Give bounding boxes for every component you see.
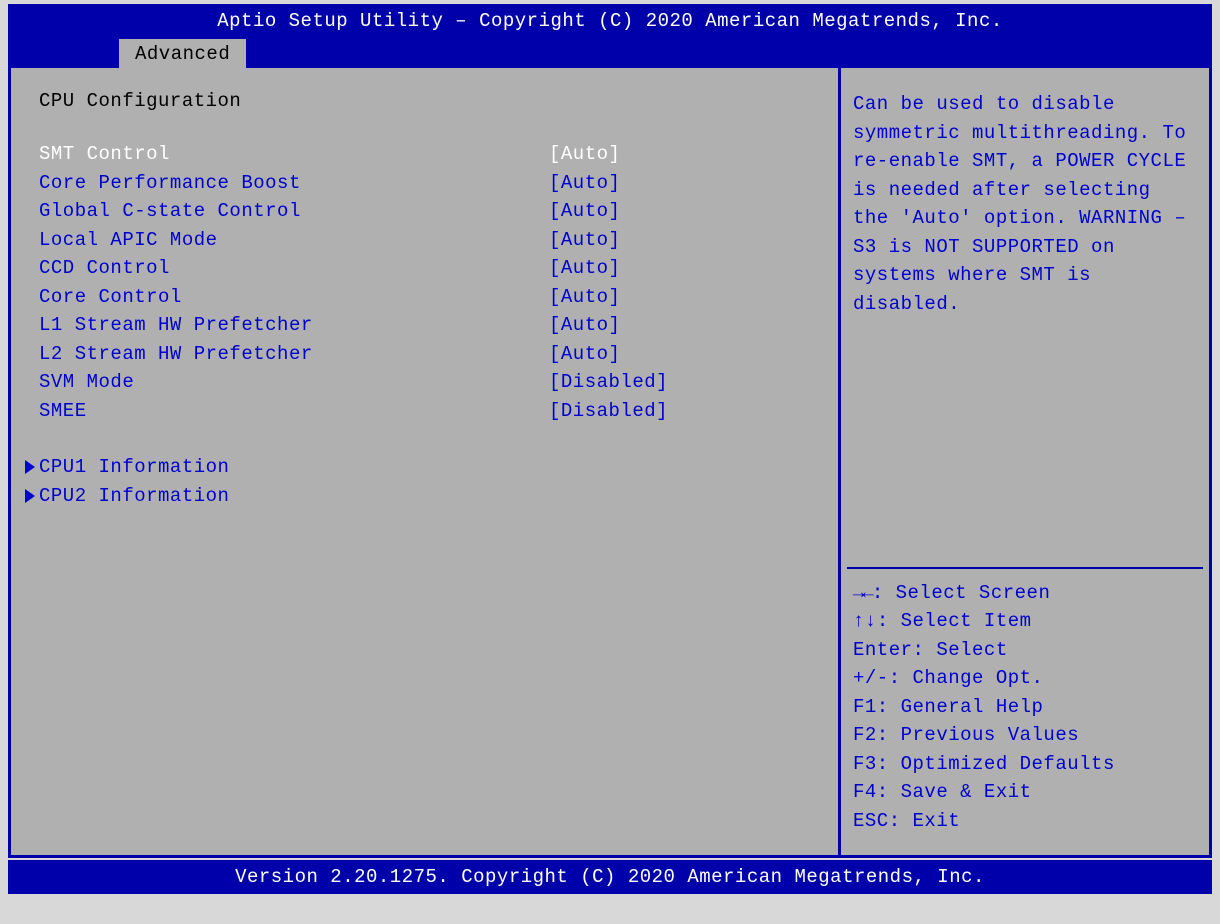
setting-core-performance-boost[interactable]: Core Performance Boost [Auto] bbox=[39, 169, 828, 198]
tab-row: Advanced bbox=[8, 38, 1212, 68]
main-area: CPU Configuration SMT Control [Auto] Cor… bbox=[8, 68, 1212, 858]
setting-local-apic-mode[interactable]: Local APIC Mode [Auto] bbox=[39, 226, 828, 255]
setting-smee[interactable]: SMEE [Disabled] bbox=[39, 397, 828, 426]
key-select-screen: →←: Select Screen bbox=[853, 579, 1197, 608]
setting-label: L2 Stream HW Prefetcher bbox=[39, 340, 549, 369]
setting-label: SMEE bbox=[39, 397, 549, 426]
help-panel: Can be used to disable symmetric multith… bbox=[841, 68, 1209, 855]
submenu-label: CPU1 Information bbox=[39, 453, 229, 482]
footer-bar: Version 2.20.1275. Copyright (C) 2020 Am… bbox=[8, 860, 1212, 894]
key-f2: F2: Previous Values bbox=[853, 721, 1197, 750]
submenu-arrow-icon bbox=[25, 460, 35, 474]
setting-svm-mode[interactable]: SVM Mode [Disabled] bbox=[39, 368, 828, 397]
header-bar: Aptio Setup Utility – Copyright (C) 2020… bbox=[8, 4, 1212, 38]
setting-value: [Disabled] bbox=[549, 397, 668, 426]
submenu-cpu1-information[interactable]: CPU1 Information bbox=[25, 453, 828, 482]
setting-l1-stream-hw-prefetcher[interactable]: L1 Stream HW Prefetcher [Auto] bbox=[39, 311, 828, 340]
setting-label: SMT Control bbox=[39, 140, 549, 169]
section-title: CPU Configuration bbox=[39, 90, 828, 112]
submenu-label: CPU2 Information bbox=[39, 482, 229, 511]
up-down-arrows-icon: ↑↓ bbox=[853, 610, 877, 632]
setting-ccd-control[interactable]: CCD Control [Auto] bbox=[39, 254, 828, 283]
setting-value: [Auto] bbox=[549, 140, 620, 169]
tab-label: Advanced bbox=[135, 43, 230, 65]
help-text: Can be used to disable symmetric multith… bbox=[853, 93, 1186, 315]
key-enter: Enter: Select bbox=[853, 636, 1197, 665]
key-f1: F1: General Help bbox=[853, 693, 1197, 722]
settings-panel: CPU Configuration SMT Control [Auto] Cor… bbox=[11, 68, 841, 855]
bios-screen: Aptio Setup Utility – Copyright (C) 2020… bbox=[8, 4, 1212, 894]
setting-value: [Auto] bbox=[549, 340, 620, 369]
setting-value: [Auto] bbox=[549, 226, 620, 255]
spacer bbox=[39, 425, 828, 453]
setting-label: L1 Stream HW Prefetcher bbox=[39, 311, 549, 340]
setting-value: [Disabled] bbox=[549, 368, 668, 397]
key-f3: F3: Optimized Defaults bbox=[853, 750, 1197, 779]
key-esc: ESC: Exit bbox=[853, 807, 1197, 836]
setting-global-cstate-control[interactable]: Global C-state Control [Auto] bbox=[39, 197, 828, 226]
submenu-cpu2-information[interactable]: CPU2 Information bbox=[25, 482, 828, 511]
setting-label: Core Control bbox=[39, 283, 549, 312]
setting-value: [Auto] bbox=[549, 254, 620, 283]
key-f4: F4: Save & Exit bbox=[853, 778, 1197, 807]
submenu-arrow-icon bbox=[25, 489, 35, 503]
setting-value: [Auto] bbox=[549, 283, 620, 312]
setting-l2-stream-hw-prefetcher[interactable]: L2 Stream HW Prefetcher [Auto] bbox=[39, 340, 828, 369]
key-change-opt: +/-: Change Opt. bbox=[853, 664, 1197, 693]
setting-value: [Auto] bbox=[549, 197, 620, 226]
left-right-arrows-icon: →← bbox=[853, 582, 872, 604]
key-help-area: →←: Select Screen ↑↓: Select Item Enter:… bbox=[841, 569, 1209, 856]
setting-label: Local APIC Mode bbox=[39, 226, 549, 255]
setting-label: CCD Control bbox=[39, 254, 549, 283]
setting-label: Core Performance Boost bbox=[39, 169, 549, 198]
key-label: : Select Item bbox=[877, 610, 1032, 632]
setting-label: Global C-state Control bbox=[39, 197, 549, 226]
key-label: : Select Screen bbox=[872, 582, 1051, 604]
setting-smt-control[interactable]: SMT Control [Auto] bbox=[39, 140, 828, 169]
setting-label: SVM Mode bbox=[39, 368, 549, 397]
setting-value: [Auto] bbox=[549, 311, 620, 340]
setting-core-control[interactable]: Core Control [Auto] bbox=[39, 283, 828, 312]
key-select-item: ↑↓: Select Item bbox=[853, 607, 1197, 636]
footer-text: Version 2.20.1275. Copyright (C) 2020 Am… bbox=[235, 866, 985, 888]
help-text-area: Can be used to disable symmetric multith… bbox=[841, 68, 1209, 567]
header-title: Aptio Setup Utility – Copyright (C) 2020… bbox=[217, 10, 1003, 32]
tab-advanced[interactable]: Advanced bbox=[118, 38, 247, 68]
setting-value: [Auto] bbox=[549, 169, 620, 198]
